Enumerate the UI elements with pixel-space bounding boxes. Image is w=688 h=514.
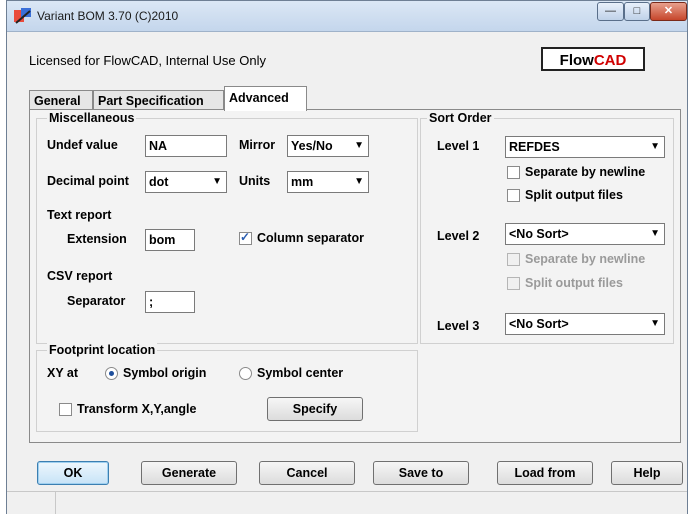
undef-value-label: Undef value <box>47 138 118 152</box>
level3-select[interactable]: <No Sort> ▼ <box>505 313 665 335</box>
sort-order-title: Sort Order <box>427 111 494 125</box>
transform-label: Transform X,Y,angle <box>77 402 197 416</box>
units-select[interactable]: mm ▼ <box>287 171 369 193</box>
minimize-button[interactable]: — <box>597 2 624 21</box>
transform-checkbox[interactable] <box>59 403 72 416</box>
level1-split-checkbox[interactable] <box>507 189 520 202</box>
level2-value: <No Sort> <box>509 227 569 241</box>
flowcad-logo: FlowCAD <box>541 47 645 71</box>
generate-button[interactable]: Generate <box>141 461 237 485</box>
chevron-down-icon: ▼ <box>650 141 660 152</box>
level1-split-label: Split output files <box>525 188 623 202</box>
footprint-location-group: Footprint location XY at Symbol origin S… <box>36 343 418 432</box>
chevron-down-icon: ▼ <box>650 228 660 239</box>
check-icon: ✓ <box>240 230 251 244</box>
miscellaneous-title: Miscellaneous <box>47 111 137 125</box>
status-bar <box>7 491 687 514</box>
chevron-down-icon: ▼ <box>354 176 364 187</box>
chevron-down-icon: ▼ <box>354 140 364 151</box>
extension-input[interactable]: bom <box>145 229 195 251</box>
window-title: Variant BOM 3.70 (C)2010 <box>37 9 179 23</box>
save-to-button[interactable]: Save to <box>373 461 469 485</box>
separator-input[interactable]: ; <box>145 291 195 313</box>
level1-newline-checkbox[interactable] <box>507 166 520 179</box>
app-icon <box>14 8 31 24</box>
status-separator <box>55 492 56 514</box>
logo-part1: Flow <box>559 52 594 69</box>
column-separator-checkbox[interactable]: ✓ <box>239 230 252 245</box>
units-label: Units <box>239 174 271 188</box>
xy-at-label: XY at <box>47 366 79 380</box>
footprint-location-title: Footprint location <box>47 343 158 357</box>
advanced-panel: Miscellaneous Undef value NA Mirror Yes/… <box>29 109 681 443</box>
specify-button[interactable]: Specify <box>267 397 363 421</box>
mirror-label: Mirror <box>239 138 276 152</box>
tab-advanced[interactable]: Advanced <box>224 86 307 111</box>
chevron-down-icon: ▼ <box>212 176 222 187</box>
logo-part2: CAD <box>593 52 627 69</box>
level2-newline-label: Separate by newline <box>525 252 646 266</box>
level1-label: Level 1 <box>437 139 480 153</box>
close-button[interactable]: ✕ <box>650 2 687 21</box>
maximize-button[interactable]: □ <box>624 2 650 21</box>
column-separator-label: Column separator <box>257 231 364 245</box>
mirror-select[interactable]: Yes/No ▼ <box>287 135 369 157</box>
decimal-point-label: Decimal point <box>47 174 129 188</box>
level3-value: <No Sort> <box>509 317 569 331</box>
sort-order-group: Sort Order Level 1 REFDES ▼ Separate by n… <box>420 111 674 344</box>
load-from-button[interactable]: Load from <box>497 461 593 485</box>
level2-newline-checkbox[interactable] <box>507 253 520 266</box>
symbol-origin-label: Symbol origin <box>123 366 207 380</box>
help-button[interactable]: Help <box>611 461 683 485</box>
level1-newline-label: Separate by newline <box>525 165 646 179</box>
units-value: mm <box>291 175 314 189</box>
cancel-button[interactable]: Cancel <box>259 461 355 485</box>
csv-report-label: CSV report <box>47 269 113 283</box>
symbol-center-label: Symbol center <box>257 366 344 380</box>
chevron-down-icon: ▼ <box>650 318 660 329</box>
decimal-point-value: dot <box>149 175 169 189</box>
decimal-point-select[interactable]: dot ▼ <box>145 171 227 193</box>
level2-select[interactable]: <No Sort> ▼ <box>505 223 665 245</box>
extension-label: Extension <box>67 232 127 246</box>
separator-label: Separator <box>67 294 126 308</box>
license-text: Licensed for FlowCAD, Internal Use Only <box>29 53 266 68</box>
title-bar[interactable]: Variant BOM 3.70 (C)2010 — □ ✕ <box>7 1 687 32</box>
app-window: Variant BOM 3.70 (C)2010 — □ ✕ Licensed … <box>6 0 688 514</box>
mirror-value: Yes/No <box>291 139 333 153</box>
tab-part-specification[interactable]: Part Specification <box>93 90 224 110</box>
symbol-center-radio[interactable] <box>239 367 252 380</box>
text-report-label: Text report <box>47 208 112 222</box>
symbol-origin-radio[interactable] <box>105 367 118 380</box>
radio-dot <box>109 371 114 376</box>
level2-label: Level 2 <box>437 229 480 243</box>
undef-value-input[interactable]: NA <box>145 135 227 157</box>
tab-general[interactable]: General <box>29 90 93 110</box>
ok-button[interactable]: OK <box>37 461 109 485</box>
level2-split-checkbox[interactable] <box>507 277 520 290</box>
level1-select[interactable]: REFDES ▼ <box>505 136 665 158</box>
level1-value: REFDES <box>509 140 560 154</box>
miscellaneous-group: Miscellaneous Undef value NA Mirror Yes/… <box>36 111 418 344</box>
level3-label: Level 3 <box>437 319 480 333</box>
level2-split-label: Split output files <box>525 276 623 290</box>
